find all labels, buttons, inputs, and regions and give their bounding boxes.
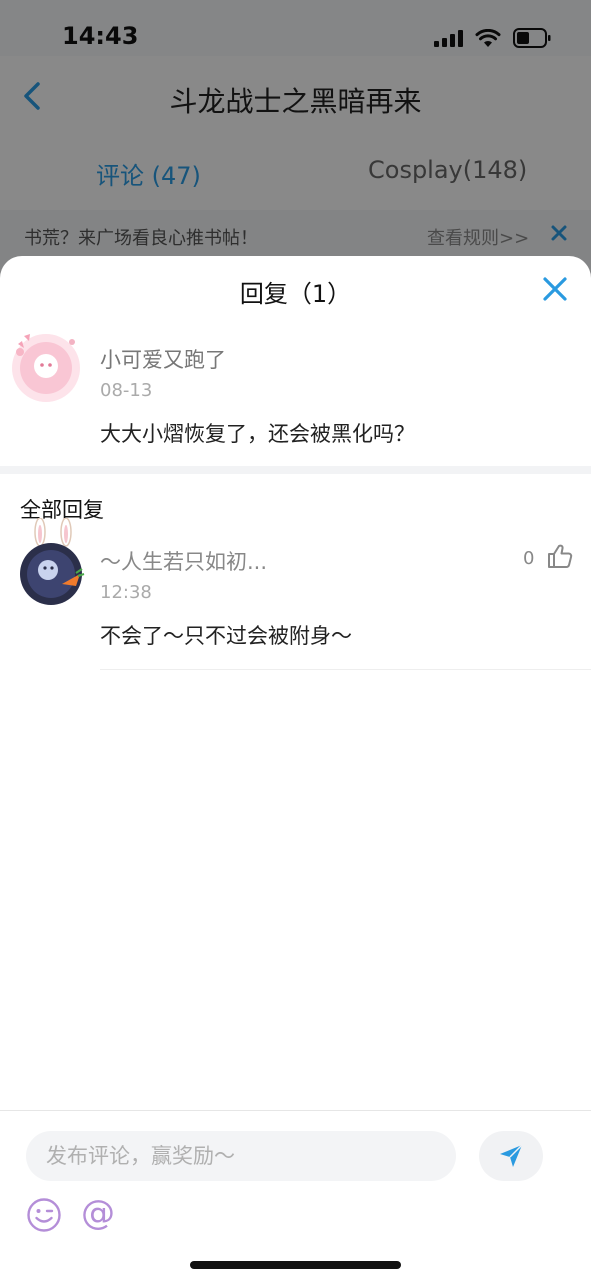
reply-username[interactable]: ～人生若只如初... xyxy=(100,546,267,576)
reply-sheet: 回复（1） 小可爱又跑了 08-13 大大小熠恢复了，还会被黑化吗？ 全部回复 xyxy=(0,256,591,1280)
send-icon xyxy=(500,1144,523,1167)
avatar[interactable] xyxy=(18,518,88,608)
at-icon[interactable]: @ xyxy=(78,1193,118,1233)
reply-text: 不会了～只不过会被附身～ xyxy=(100,624,352,648)
close-icon[interactable] xyxy=(540,274,570,304)
like-count: 0 xyxy=(523,548,535,569)
emoji-wink-icon[interactable] xyxy=(26,1197,62,1233)
comment-input-bar: @ xyxy=(0,1110,591,1280)
reply-time: 12:38 xyxy=(100,582,152,603)
divider xyxy=(0,466,591,474)
home-indicator xyxy=(190,1261,401,1269)
thumb-up-icon[interactable] xyxy=(546,542,574,570)
send-button[interactable] xyxy=(479,1131,543,1181)
original-username[interactable]: 小可爱又跑了 xyxy=(100,344,226,374)
divider xyxy=(100,669,591,670)
original-date: 08-13 xyxy=(100,380,153,401)
avatar[interactable] xyxy=(6,322,86,410)
original-comment-text: 大大小熠恢复了，还会被黑化吗？ xyxy=(100,422,415,446)
comment-input[interactable] xyxy=(26,1131,456,1181)
sheet-title: 回复（1） xyxy=(239,280,352,308)
